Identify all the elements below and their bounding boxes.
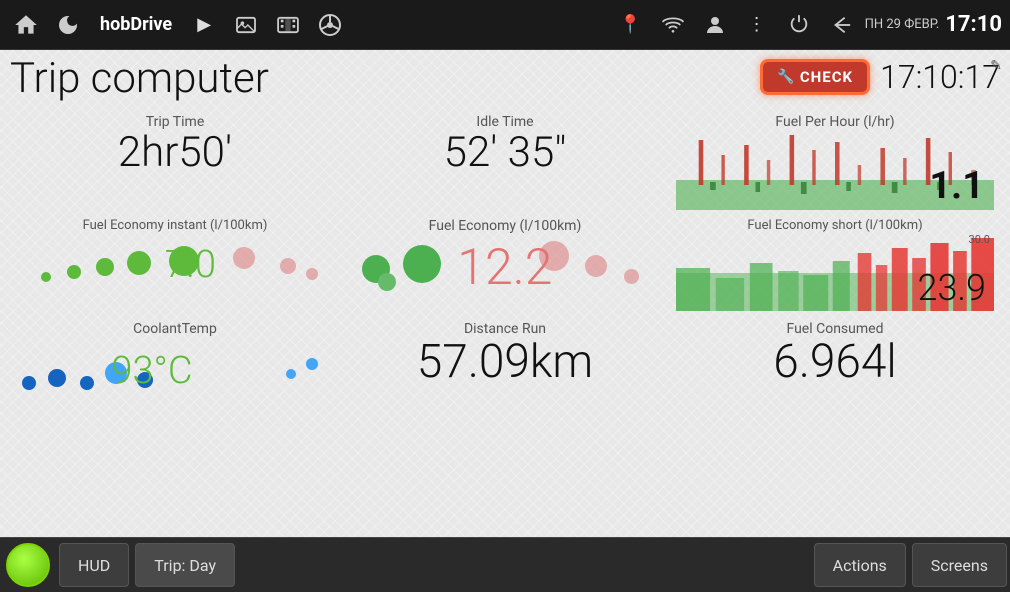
app-name: hobDrive (100, 14, 172, 35)
status-left: hobDrive ▶ (8, 7, 348, 43)
page-title: Trip computer (10, 58, 760, 100)
play-icon[interactable]: ▶ (186, 7, 222, 43)
fuel-economy-short-cell: Fuel Economy short (l/100km) 30.0 (670, 214, 1000, 317)
distance-run-cell: Distance Run 57.09km (340, 317, 670, 411)
trip-day-button[interactable]: Trip: Day (135, 543, 235, 587)
top-row: Trip computer 🔧 CHECK 17:10:17 (10, 58, 1000, 104)
power-icon[interactable] (781, 7, 817, 43)
hud-button[interactable]: HUD (59, 543, 129, 587)
fuel-per-hour-chart: 1.1 (676, 130, 994, 210)
idle-time-value: 52' 35" (444, 130, 567, 176)
wrench-icon: 🔧 (777, 69, 795, 85)
fuel-economy-short-value: 23.9 (917, 267, 986, 309)
moon-icon[interactable] (50, 7, 86, 43)
current-time: 17:10:17 (880, 58, 1000, 96)
fuel-consumed-cell: Fuel Consumed 6.964l (670, 317, 1000, 411)
film-icon[interactable] (270, 7, 306, 43)
bottom-nav: HUD Trip: Day Actions Screens (0, 537, 1010, 592)
account-icon (697, 7, 733, 43)
fuel-per-hour-label: Fuel Per Hour (l/hr) (775, 114, 894, 130)
metrics-grid: Trip Time 2hr50' Idle Time 52' 35" Fuel … (10, 110, 1000, 411)
wifi-icon (655, 7, 691, 43)
check-engine-button[interactable]: 🔧 CHECK (760, 59, 870, 95)
fuel-economy-label: Fuel Economy (l/100km) (429, 218, 582, 234)
fuel-economy-short-max: 30.0 (969, 233, 990, 246)
steering-icon[interactable] (312, 7, 348, 43)
top-right: 🔧 CHECK 17:10:17 (760, 58, 1000, 96)
fuel-economy-instant-label: Fuel Economy instant (l/100km) (83, 218, 268, 233)
back-icon[interactable] (823, 7, 859, 43)
image-icon[interactable] (228, 7, 264, 43)
fuel-economy-instant-cell: Fuel Economy instant (l/100km) 7.0 (10, 214, 340, 317)
coolant-temp-value: 93°C (111, 349, 192, 393)
main-content: Trip computer 🔧 CHECK 17:10:17 Trip Time… (0, 50, 1010, 537)
status-right: 📍 ⋮ ПН 29 ФЕВР (613, 7, 1002, 43)
location-icon: 📍 (613, 7, 649, 43)
coolant-temp-chart: 93°C (16, 337, 334, 407)
fuel-consumed-value: 6.964l (773, 337, 896, 388)
fuel-economy-cell: Fuel Economy (l/100km) 12.2 (340, 214, 670, 317)
fuel-per-hour-value: 1.1 (929, 164, 984, 208)
edit-icon[interactable]: ✎ (990, 58, 1002, 74)
screens-button[interactable]: Screens (912, 543, 1007, 587)
trip-time-value: 2hr50' (118, 130, 232, 176)
status-bar: hobDrive ▶ (0, 0, 1010, 50)
fuel-economy-chart: 12.2 (346, 234, 664, 304)
fuel-economy-short-chart: 30.0 (676, 233, 994, 313)
fuel-economy-instant-value: 7.0 (165, 243, 216, 287)
status-date: ПН 29 ФЕВР. (865, 17, 940, 32)
status-time: 17:10 (945, 12, 1002, 37)
trip-time-cell: Trip Time 2hr50' (10, 110, 340, 214)
fuel-per-hour-cell: Fuel Per Hour (l/hr) (670, 110, 1000, 214)
check-engine-label: CHECK (800, 68, 853, 86)
distance-run-value: 57.09km (417, 337, 593, 388)
title-area: Trip computer (10, 58, 760, 104)
fuel-economy-instant-chart: 7.0 (16, 233, 334, 303)
coolant-temp-label: CoolantTemp (133, 321, 217, 337)
home-icon[interactable] (8, 7, 44, 43)
coolant-temp-cell: CoolantTemp 93°C (10, 317, 340, 411)
green-dot-button[interactable] (6, 543, 50, 587)
fuel-economy-value: 12.2 (457, 239, 552, 297)
menu-icon[interactable]: ⋮ (739, 7, 775, 43)
actions-button[interactable]: Actions (814, 543, 906, 587)
fuel-economy-short-label: Fuel Economy short (l/100km) (747, 218, 922, 233)
idle-time-cell: Idle Time 52' 35" (340, 110, 670, 214)
